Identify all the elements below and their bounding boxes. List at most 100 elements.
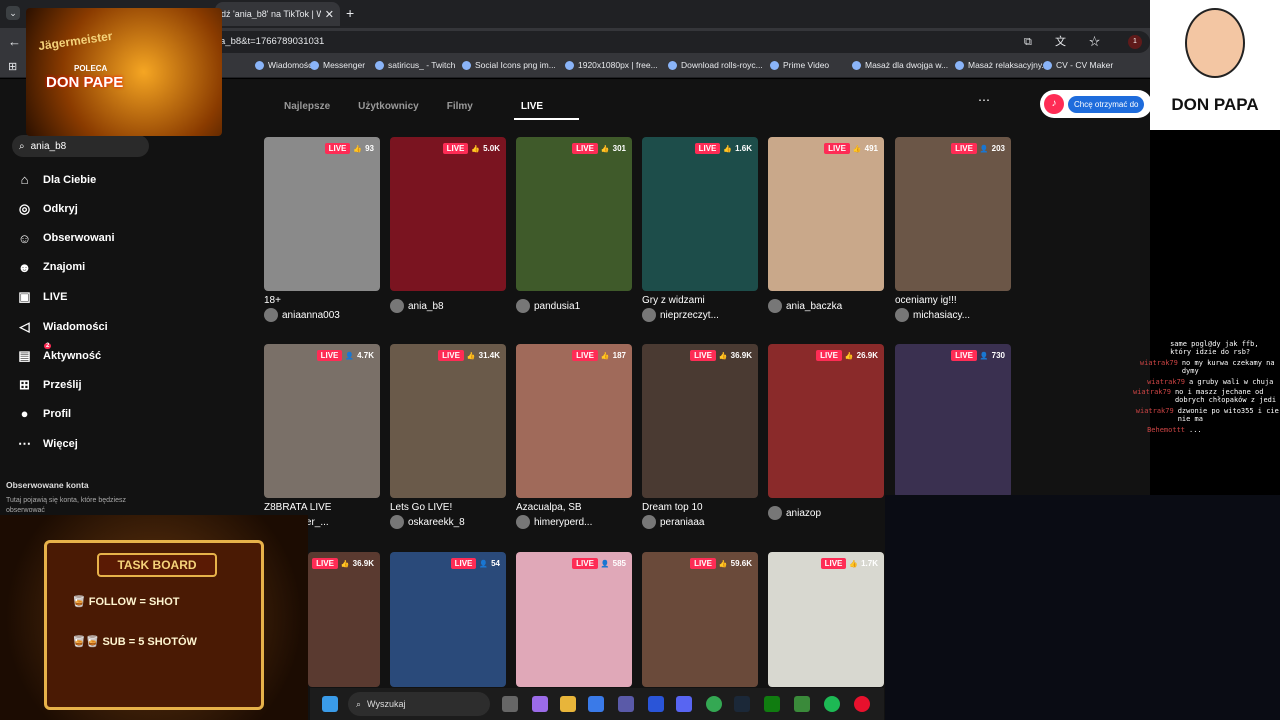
bookmark-item[interactable]: Messenger — [310, 60, 365, 70]
live-card[interactable]: LIVE 👍 491 ania_baczka — [768, 137, 884, 313]
live-user[interactable]: peraniaaa — [642, 515, 758, 529]
live-card[interactable]: LIVE 👍 36.9K Dream top 10 peraniaaa — [642, 344, 758, 529]
live-thumbnail[interactable]: LIVE 👤 730 — [895, 344, 1011, 498]
tab-najlepsze[interactable]: Najlepsze — [270, 95, 344, 121]
taskbar-search[interactable]: ⌕ Wyszukaj — [348, 692, 490, 716]
live-user[interactable]: ania_baczka — [768, 299, 884, 313]
xbox-icon[interactable] — [764, 696, 780, 712]
live-thumbnail[interactable]: LIVE 👍 1.7K — [768, 552, 884, 687]
l-app-icon[interactable] — [648, 696, 664, 712]
followed-accounts-desc: Tutaj pojawią się konta, które będziesz … — [6, 497, 126, 514]
bookmark-item[interactable]: 1920x1080px | free... — [565, 60, 658, 70]
live-card[interactable]: LIVE 👍 5.0K ania_b8 — [390, 137, 506, 313]
close-tab-icon[interactable]: ✕ — [325, 8, 334, 21]
live-card[interactable]: LIVE 👍 301 pandusia1 — [516, 137, 632, 313]
live-thumbnail[interactable]: LIVE 👤 4.7K — [264, 344, 380, 498]
tab-search-icon[interactable]: ⌄ — [6, 6, 20, 20]
new-tab-icon[interactable]: + — [346, 5, 354, 21]
get-app-button[interactable]: ♪ Chcę otrzymać do — [1040, 90, 1152, 118]
browser-tab[interactable]: dź 'ania_b8' na TikTok | Wy ✕ — [215, 2, 340, 26]
back-arrow-icon[interactable]: ← — [8, 34, 21, 49]
live-thumbnail[interactable]: LIVE 👍 301 — [516, 137, 632, 291]
jagermeister-overlay: Jägermeister POLECA DON PAPE — [26, 8, 222, 136]
live-badge: LIVE 👍 301 — [572, 143, 626, 154]
live-card[interactable]: LIVE👤4.7KZ8BRATA LIVEelkader_... — [264, 344, 380, 529]
live-user[interactable]: michasiacy... — [895, 308, 1011, 322]
username: ania_b8 — [408, 300, 444, 312]
sidebar-item-following[interactable]: ☺ Obserwowani — [16, 231, 115, 246]
live-card[interactable]: LIVE 👤 730 — [895, 344, 1011, 498]
live-card[interactable]: LIVE 👤 54 — [390, 552, 506, 687]
live-card[interactable]: LIVE 👍 1.7K — [768, 552, 884, 687]
live-thumbnail[interactable]: LIVE 👍 26.9K — [768, 344, 884, 498]
sidebar-item-profile[interactable]: ● Profil — [16, 406, 72, 421]
live-thumbnail[interactable]: LIVE 👍 491 — [768, 137, 884, 291]
live-card[interactable]: LIVE 👍 1.6K Gry z widzami nieprzeczyt... — [642, 137, 758, 322]
sidebar-item-home[interactable]: ⌂ Dla Ciebie — [16, 172, 97, 187]
more-options-icon[interactable]: ⋯ — [978, 93, 990, 107]
live-user[interactable]: ania_b8 — [390, 299, 506, 313]
windows-start-icon[interactable] — [322, 696, 338, 712]
live-card[interactable]: LIVE 👍 31.4K Lets Go LIVE! oskareekk_8 — [390, 344, 506, 529]
search-input[interactable]: ⌕ ania_b8 — [12, 135, 149, 157]
live-thumbnail[interactable]: LIVE 👍 187 — [516, 344, 632, 498]
bookmark-item[interactable]: Wiadomości — [255, 60, 314, 70]
live-thumbnail[interactable]: LIVE 👤 585 — [516, 552, 632, 687]
sidebar-item-compass[interactable]: ◎ Odkryj — [16, 201, 78, 217]
sidebar-item-live[interactable]: ▣ LIVE — [16, 289, 67, 305]
live-user[interactable]: aniazop — [768, 506, 884, 520]
live-card[interactable]: LIVE 👍 93 18+ aniaanna003 — [264, 137, 380, 322]
live-user[interactable]: oskareekk_8 — [390, 515, 506, 529]
tab-filmy[interactable]: Filmy — [433, 95, 487, 121]
apps-grid-icon[interactable]: ⊞ — [8, 60, 17, 73]
app-icon[interactable] — [618, 696, 634, 712]
live-badge: LIVE 👤 585 — [572, 558, 626, 569]
live-thumbnail[interactable]: LIVE 👤 203 — [895, 137, 1011, 291]
live-user[interactable]: himeryperd... — [516, 515, 632, 529]
live-thumbnail[interactable]: LIVE 👍 1.6K — [642, 137, 758, 291]
live-thumbnail[interactable]: LIVE 👍 59.6K — [642, 552, 758, 687]
live-card[interactable]: LIVE 👍 187 Azacualpa, SB himeryperd... — [516, 344, 632, 529]
live-thumbnail[interactable]: LIVE 👍 36.9K — [308, 552, 380, 687]
live-thumbnail[interactable]: LIVE 👍 5.0K — [390, 137, 506, 291]
bookmark-item[interactable]: Prime Video — [770, 60, 829, 70]
task-view-icon[interactable] — [502, 696, 518, 712]
bookmark-item[interactable]: Download rolls-royc... — [668, 60, 763, 70]
live-user[interactable]: pandusia1 — [516, 299, 632, 313]
sidebar-item-activity[interactable]: ▤ Aktywność 2 — [16, 342, 101, 364]
store-icon[interactable] — [588, 696, 604, 712]
live-thumbnail[interactable]: LIVE 👍 31.4K — [390, 344, 506, 498]
opera-icon[interactable] — [854, 696, 870, 712]
live-user[interactable]: nieprzeczyt... — [642, 308, 758, 322]
live-thumbnail[interactable]: LIVE 👤 54 — [390, 552, 506, 687]
live-thumbnail[interactable]: LIVE 👍 36.9K — [642, 344, 758, 498]
copilot-icon[interactable] — [532, 696, 548, 712]
minecraft-icon[interactable] — [794, 696, 810, 712]
tab-użytkownicy[interactable]: Użytkownicy — [344, 95, 433, 121]
bookmark-item[interactable]: CV - CV Maker — [1043, 60, 1113, 70]
chrome-icon[interactable] — [706, 696, 722, 712]
sidebar-item-upload[interactable]: ⊞ Prześlij — [16, 377, 81, 393]
live-card[interactable]: LIVE 👍 59.6K — [642, 552, 758, 687]
live-user[interactable]: aniaanna003 — [264, 308, 380, 322]
url-field[interactable]: a_b8&t=1766789031031 ⧉ 文 ☆ — [210, 31, 1150, 53]
live-card[interactable]: LIVE 👍 26.9K aniazop — [768, 344, 884, 520]
omnibox-action-icons[interactable]: ⧉ 文 ☆ — [1024, 31, 1110, 53]
sidebar-item-more[interactable]: ⋯ Więcej — [16, 436, 78, 452]
steam-icon[interactable] — [734, 696, 750, 712]
live-card[interactable]: LIVE 👤 585 — [516, 552, 632, 687]
live-card[interactable]: LIVE 👤 203 oceniamy ig!!! michasiacy... — [895, 137, 1011, 322]
bookmark-item[interactable]: satiricus_ - Twitch — [375, 60, 455, 70]
sidebar-item-messages[interactable]: ◁ Wiadomości — [16, 319, 108, 335]
discord-icon[interactable] — [676, 696, 692, 712]
sidebar-item-friends[interactable]: ☻ Znajomi — [16, 260, 86, 275]
live-badge: LIVE 👍 31.4K — [438, 350, 500, 361]
bookmark-item[interactable]: Masaż dla dwojga w... — [852, 60, 948, 70]
extension-badge[interactable]: 1 — [1128, 35, 1142, 49]
file-explorer-icon[interactable] — [560, 696, 576, 712]
live-thumbnail[interactable]: LIVE 👍 93 — [264, 137, 380, 291]
bookmark-item[interactable]: Social Icons png im... — [462, 60, 556, 70]
bookmark-item[interactable]: Masaż relaksacyjny... — [955, 60, 1049, 70]
spotify-icon[interactable] — [824, 696, 840, 712]
avatar — [768, 299, 782, 313]
